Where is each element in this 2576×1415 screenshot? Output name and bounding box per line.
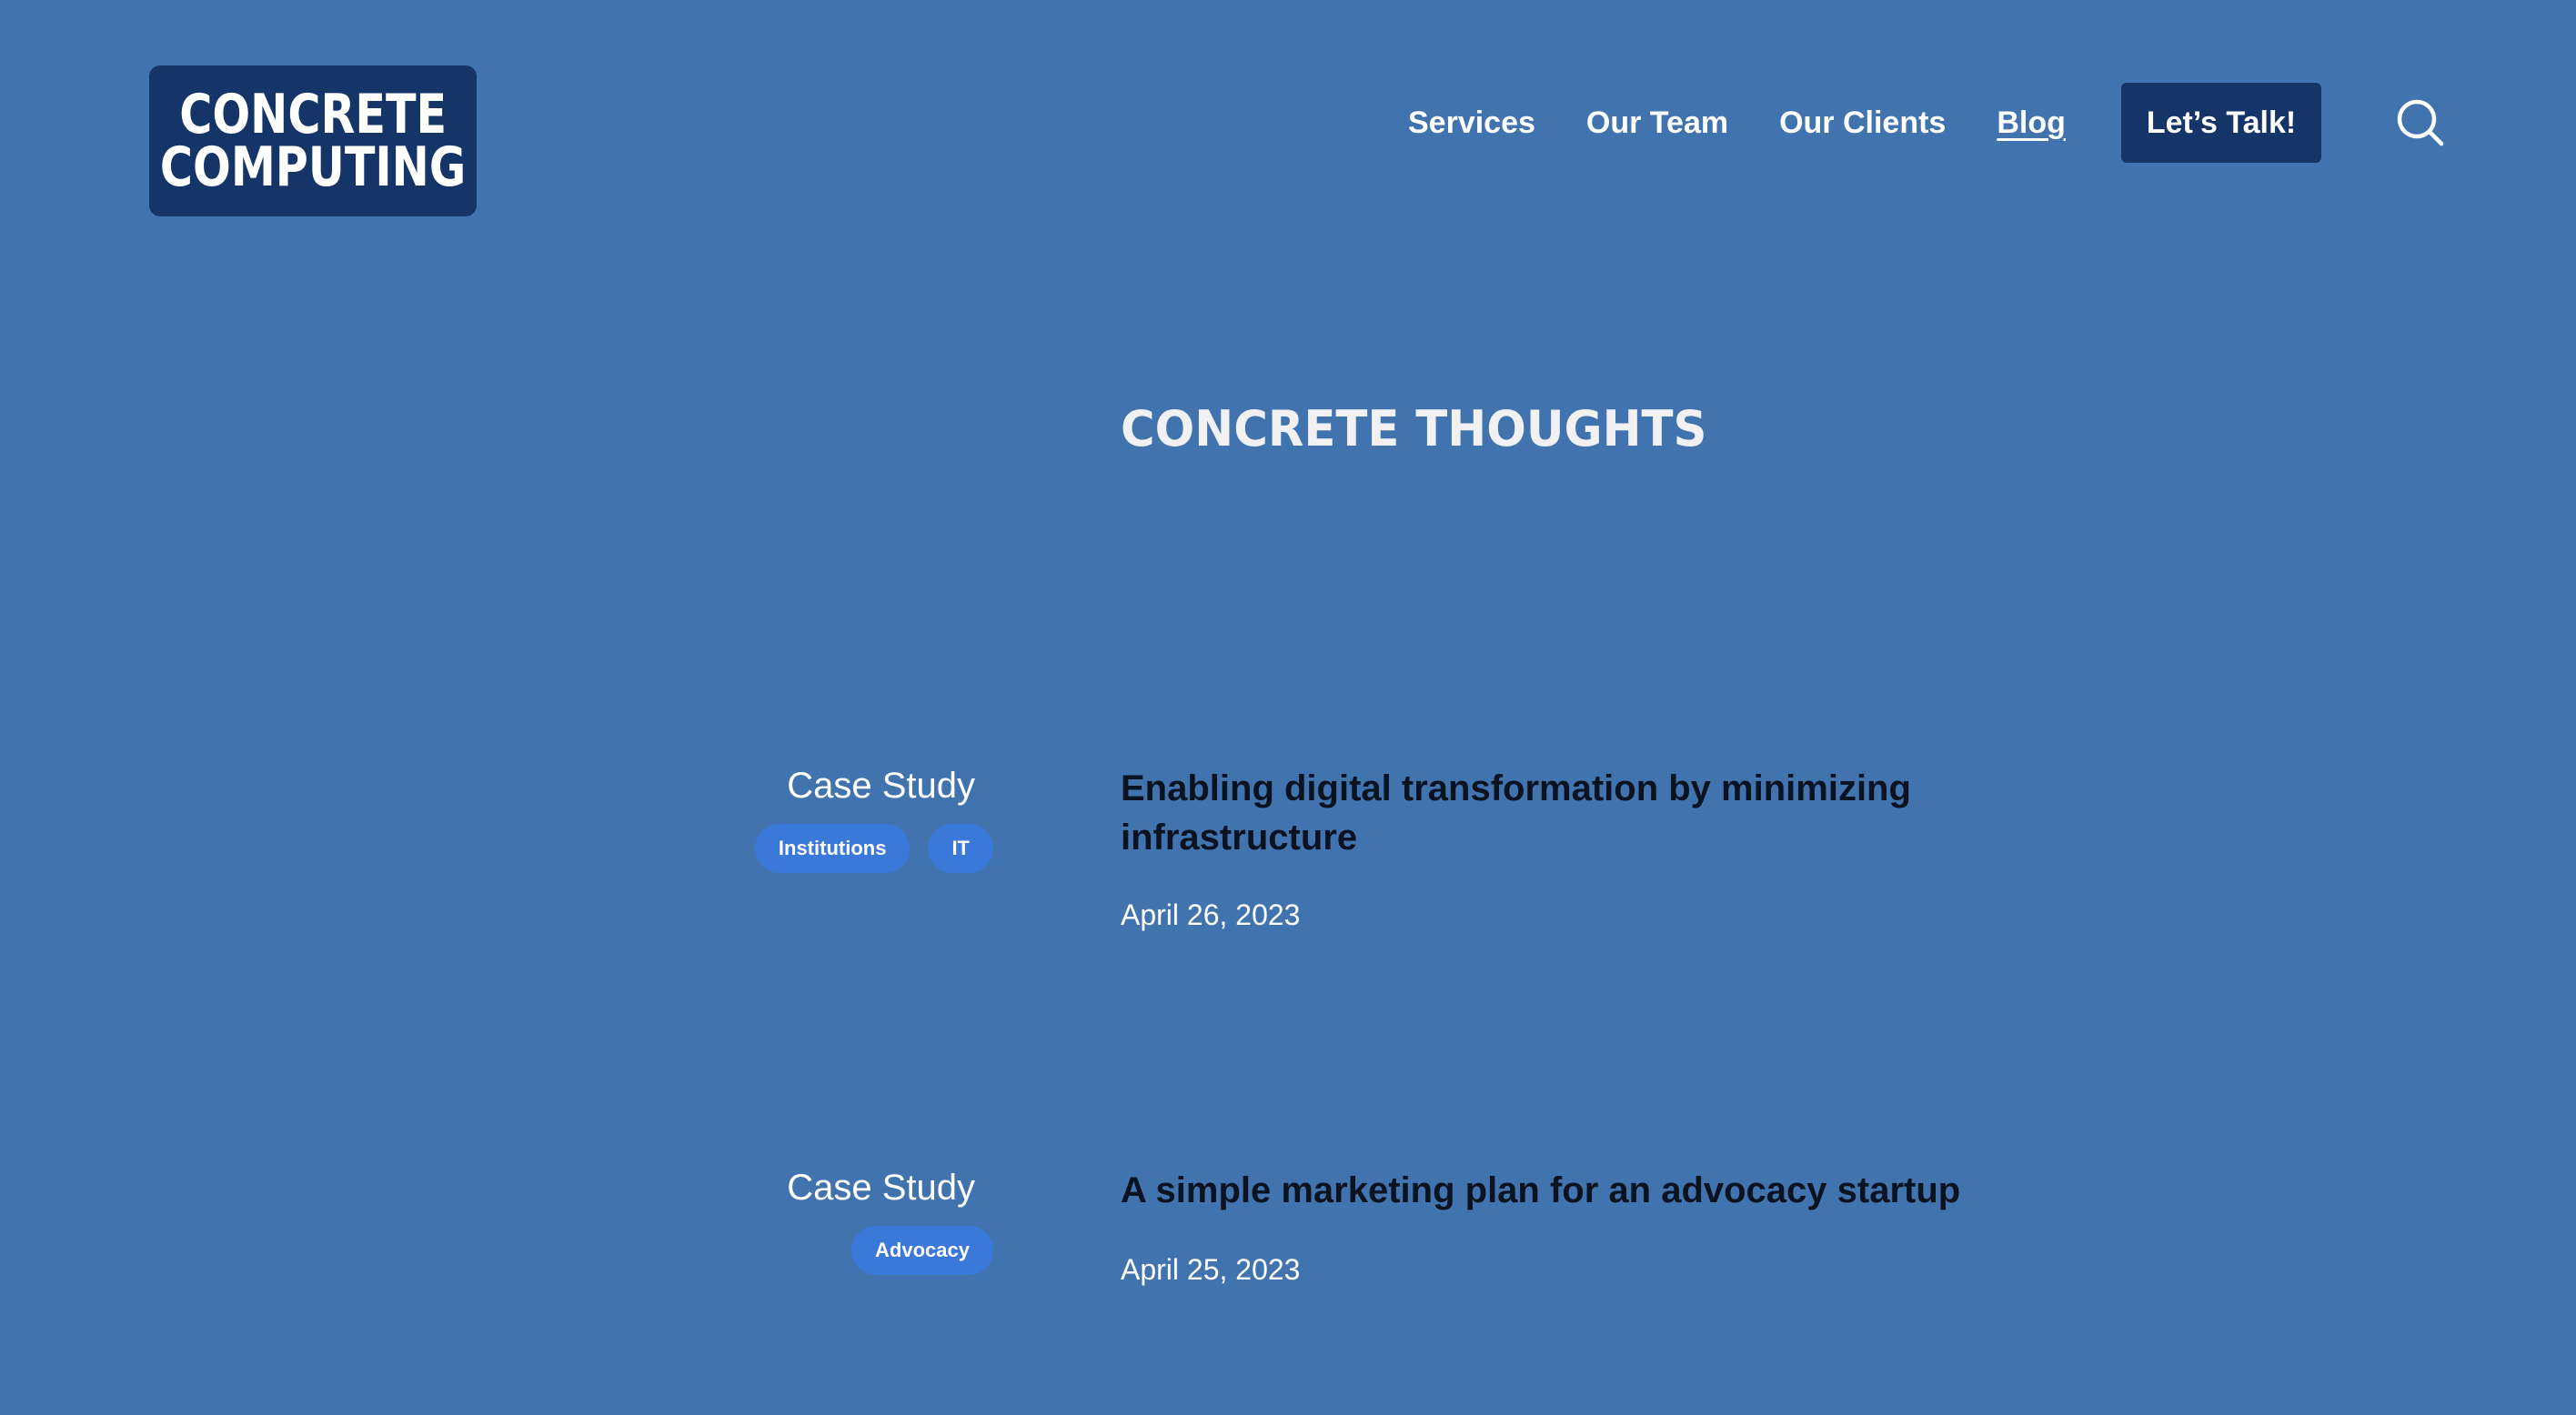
nav-item-our-clients[interactable]: Our Clients [1779, 105, 1946, 141]
tag-institutions[interactable]: Institutions [754, 824, 911, 873]
tag-advocacy[interactable]: Advocacy [851, 1226, 993, 1275]
post-meta: Case Study Institutions IT [754, 764, 993, 873]
logo[interactable]: CONCRETE COMPUTING [149, 65, 477, 216]
nav-item-services[interactable]: Services [1408, 105, 1535, 141]
post-title-link[interactable]: A simple marketing plan for an advocacy … [1121, 1166, 2048, 1215]
nav-item-our-team[interactable]: Our Team [1586, 105, 1728, 141]
lets-talk-button[interactable]: Let’s Talk! [2121, 83, 2321, 163]
search-button[interactable] [2394, 96, 2447, 149]
page-title: CONCRETE THOUGHTS [1121, 400, 1707, 457]
logo-line-2: COMPUTING [159, 135, 467, 199]
tag-it[interactable]: IT [928, 824, 993, 873]
site-header: CONCRETE COMPUTING Services Our Team Our… [0, 0, 2576, 218]
post-title-link[interactable]: Enabling digital transformation by minim… [1121, 764, 2048, 862]
post-tags: Institutions IT [754, 824, 993, 873]
post-date: April 25, 2023 [1121, 1253, 1301, 1286]
logo-line-1: CONCRETE [179, 83, 447, 146]
post-category: Case Study [787, 1168, 975, 1208]
post-tags: Advocacy [851, 1226, 993, 1275]
post-category: Case Study [787, 766, 975, 806]
main-nav: Services Our Team Our Clients Blog [1408, 84, 2117, 162]
post-meta: Case Study Advocacy [787, 1166, 993, 1275]
nav-item-blog[interactable]: Blog [1997, 105, 2066, 141]
post-date: April 26, 2023 [1121, 898, 1301, 931]
search-icon [2397, 99, 2444, 146]
